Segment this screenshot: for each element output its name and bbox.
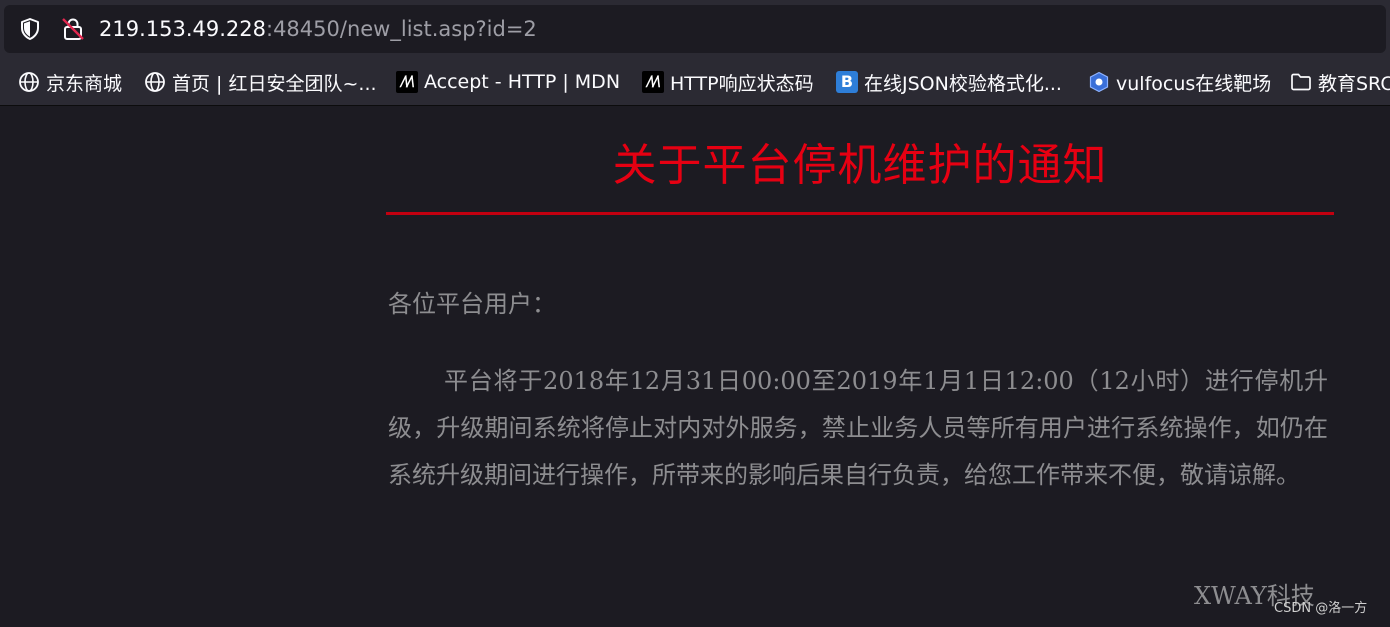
notice-greeting: 各位平台用户：	[388, 290, 556, 318]
browser-window: 219.153.49.228:48450/new_list.asp?id=2 京…	[0, 0, 1390, 627]
bookmark-mdn-accept[interactable]: /\/\ Accept - HTTP | MDN	[396, 58, 621, 105]
url-text[interactable]: 219.153.49.228:48450/new_list.asp?id=2	[99, 16, 537, 42]
bookmark-label: 首页 | 红日安全团队~...	[172, 72, 377, 95]
address-bar[interactable]: 219.153.49.228:48450/new_list.asp?id=2	[4, 5, 1386, 53]
bookmark-label: vulfocus在线靶场	[1116, 72, 1272, 95]
url-path: :48450/new_list.asp?id=2	[266, 17, 537, 41]
notice-title: 关于平台停机维护的通知	[612, 140, 1108, 191]
csdn-watermark: CSDN @洛一方	[1274, 601, 1368, 616]
title-divider	[386, 212, 1334, 215]
insecure-connection-lock-icon[interactable]	[60, 16, 86, 42]
bookmark-vulfocus[interactable]: vulfocus在线靶场	[1088, 58, 1272, 105]
bookmark-folder-edu-src[interactable]: 教育SRC	[1290, 58, 1390, 105]
bookmark-mdn-status[interactable]: /\/\ HTTP响应状态码	[642, 58, 814, 105]
bejson-icon: B	[836, 71, 858, 93]
bookmark-label: 教育SRC	[1318, 72, 1390, 95]
bookmark-label: HTTP响应状态码	[670, 72, 814, 95]
bookmark-redteam[interactable]: 首页 | 红日安全团队~...	[144, 58, 377, 105]
notice-body: 平台将于2018年12月31日00:00至2019年1月1日12:00（12小时…	[388, 367, 1328, 489]
bookmarks-toolbar: 京东商城 首页 | 红日安全团队~... /\/\ Accept - HTTP …	[0, 58, 1390, 106]
page-content: 关于平台停机维护的通知 各位平台用户： 平台将于2018年12月31日00:00…	[0, 106, 1390, 627]
folder-icon	[1291, 73, 1311, 91]
bookmark-jd[interactable]: 京东商城	[18, 58, 123, 105]
mdn-icon: /\/\	[642, 71, 664, 93]
globe-icon	[145, 72, 165, 92]
mdn-icon: /\/\	[396, 71, 418, 93]
vulfocus-icon	[1089, 71, 1109, 93]
bookmark-label: Accept - HTTP | MDN	[424, 71, 621, 93]
bookmark-json-validator[interactable]: B 在线JSON校验格式化...	[836, 58, 1062, 105]
bookmark-label: 在线JSON校验格式化...	[864, 72, 1062, 95]
tracking-protection-shield-icon[interactable]	[18, 17, 42, 41]
globe-icon	[19, 72, 39, 92]
bookmark-label: 京东商城	[46, 72, 123, 95]
url-host: 219.153.49.228	[99, 17, 266, 41]
navigation-toolbar: 219.153.49.228:48450/new_list.asp?id=2	[0, 0, 1390, 58]
